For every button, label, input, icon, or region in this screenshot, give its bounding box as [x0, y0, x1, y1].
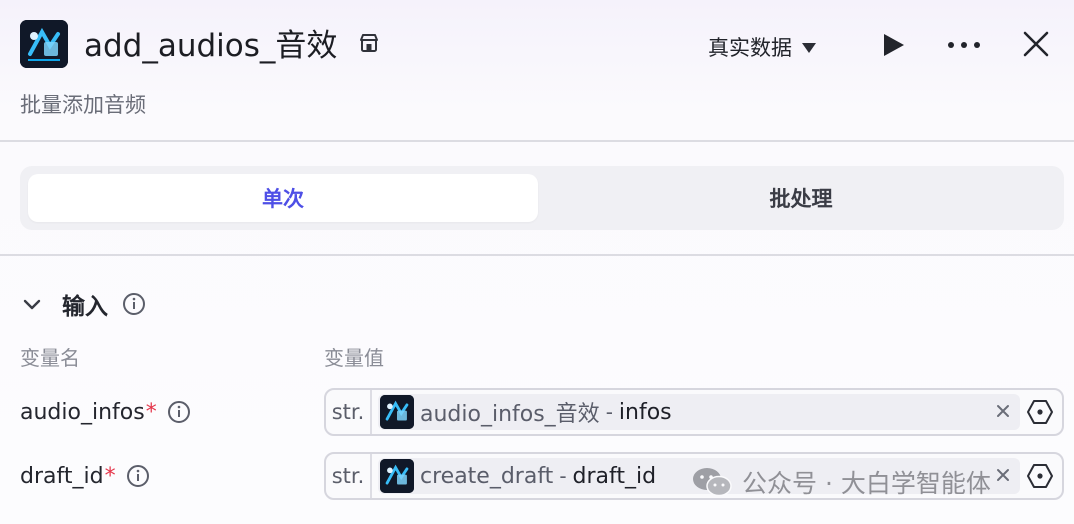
- node-icon: [380, 459, 414, 493]
- tab-single[interactable]: 单次: [28, 174, 538, 222]
- app-icon: [20, 20, 68, 68]
- header-divider: [0, 140, 1074, 142]
- variable-name-row: draft_id *: [20, 456, 150, 496]
- reference-node: create_draft: [420, 463, 554, 489]
- tabs-divider: [0, 254, 1074, 256]
- node-title: add_audios_音效: [84, 28, 338, 64]
- data-mode-label: 真实数据: [708, 36, 792, 60]
- wechat-icon: [693, 468, 732, 497]
- required-mark: *: [145, 399, 157, 425]
- watermark: 公众号 · 大白学智能体: [690, 462, 991, 502]
- variable-name-row: audio_infos *: [20, 392, 191, 432]
- watermark-text: 公众号 · 大白学智能体: [742, 469, 991, 498]
- caret-down-icon: [802, 43, 816, 53]
- node-description: 批量添加音频: [20, 93, 146, 117]
- variable-name: draft_id: [20, 463, 104, 489]
- clear-icon[interactable]: [994, 466, 1012, 484]
- reference-node: audio_infos_音效: [420, 402, 600, 427]
- variable-name: audio_infos: [20, 399, 145, 425]
- more-button[interactable]: [942, 26, 986, 64]
- plugin-store-icon[interactable]: [358, 32, 380, 54]
- section-title: 输入: [62, 294, 108, 320]
- column-header-value: 变量值: [324, 346, 384, 370]
- play-icon: [884, 34, 904, 56]
- input-section-header: 输入: [20, 284, 146, 324]
- node-header: add_audios_音效 批量添加音频 真实数据: [0, 0, 1074, 140]
- close-icon: [1023, 31, 1049, 57]
- reference-separator: -: [559, 464, 567, 488]
- clear-icon[interactable]: [994, 402, 1012, 420]
- node-icon: [380, 395, 414, 429]
- reference-field: draft_id: [572, 463, 657, 489]
- info-icon[interactable]: [167, 400, 191, 424]
- variable-reference-icon[interactable]: [1026, 462, 1054, 490]
- required-mark: *: [104, 463, 116, 489]
- reference-chip[interactable]: audio_infos_音效 - infos: [378, 394, 1020, 430]
- column-header-name: 变量名: [20, 346, 80, 370]
- variable-reference-icon[interactable]: [1026, 398, 1054, 426]
- reference-separator: -: [605, 400, 613, 424]
- info-icon[interactable]: [126, 464, 150, 488]
- tab-batch[interactable]: 批处理: [546, 174, 1056, 222]
- reference-field: infos: [618, 399, 672, 425]
- mode-tabs: 单次 批处理: [20, 166, 1064, 230]
- data-mode-select[interactable]: 真实数据: [708, 28, 816, 66]
- run-button[interactable]: [876, 26, 912, 64]
- variable-value-field[interactable]: str. audio_infos_音效 - infos: [324, 388, 1064, 436]
- close-button[interactable]: [1016, 24, 1056, 64]
- type-tag: str.: [326, 390, 372, 434]
- more-dots-icon: [948, 42, 980, 48]
- info-icon[interactable]: [122, 292, 146, 316]
- chevron-down-icon[interactable]: [20, 292, 44, 316]
- type-tag: str.: [326, 454, 372, 498]
